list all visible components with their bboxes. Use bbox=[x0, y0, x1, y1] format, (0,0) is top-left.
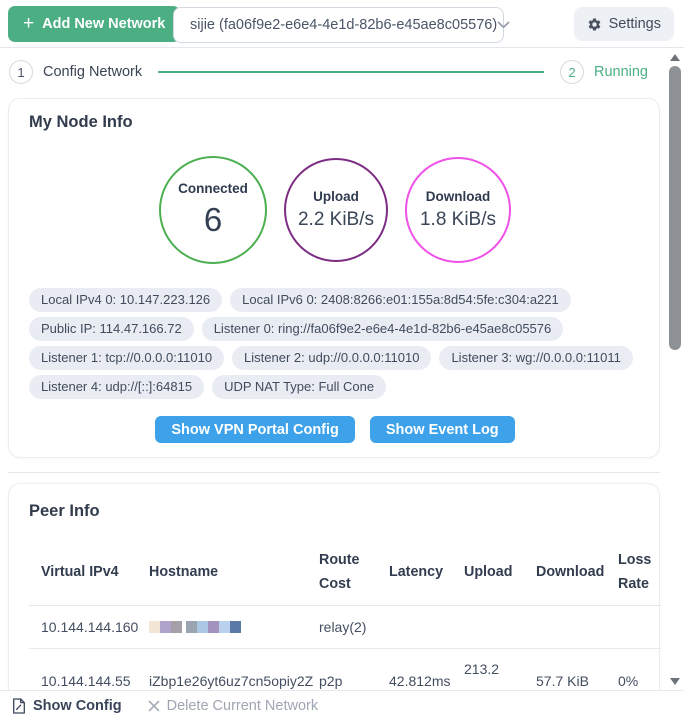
my-node-info-card: My Node Info Connected 6 Upload 2.2 KiB/s Do… bbox=[8, 98, 660, 458]
network-select-value: sijie (fa06f9e2-e6e4-4e1d-82b6-e45ae8c05… bbox=[190, 17, 497, 33]
network-select[interactable]: sijie (fa06f9e2-e6e4-4e1d-82b6-e45ae8c05… bbox=[173, 7, 504, 43]
step-label: Running bbox=[594, 64, 648, 80]
cell-text: 42.812ms bbox=[389, 673, 450, 689]
cell-text: 57.7 KiB bbox=[536, 673, 589, 689]
node-gauges: Connected 6 Upload 2.2 KiB/s Download 1.8 KiB… bbox=[9, 156, 661, 264]
stepper-connector-line bbox=[158, 71, 544, 73]
scrollbar-up-arrow[interactable] bbox=[670, 54, 680, 61]
node-info-chips: Local IPv4 0: 10.147.223.126 Local IPv6 0… bbox=[29, 288, 643, 404]
mosaic-block bbox=[208, 621, 219, 633]
column-header-hostname: Hostname bbox=[137, 540, 307, 605]
cell-text: p2p bbox=[319, 673, 342, 689]
scrollbar-thumb[interactable] bbox=[669, 66, 681, 350]
vertical-scrollbar bbox=[666, 48, 684, 690]
gear-icon bbox=[587, 17, 602, 32]
mosaic-group bbox=[186, 621, 241, 633]
column-header-loss-rate: Loss Rate bbox=[606, 540, 661, 605]
cell-loss-rate bbox=[606, 605, 661, 648]
config-stepper: 1 Config Network 2 Running bbox=[0, 48, 666, 96]
info-chip: Listener 2: udp://0.0.0.0:11010 bbox=[232, 346, 431, 370]
node-info-title: My Node Info bbox=[29, 113, 133, 132]
info-chip: Listener 3: wg://0.0.0.0:11011 bbox=[439, 346, 632, 370]
chip-row: Listener 4: udp://[::]:64815 UDP NAT Type… bbox=[29, 375, 643, 399]
delete-current-network-button[interactable]: Delete Current Network bbox=[148, 698, 319, 714]
mosaic-block bbox=[197, 621, 208, 633]
top-toolbar: + Add New Network sijie (fa06f9e2-e6e4-4… bbox=[0, 0, 684, 48]
bottom-action-bar: Show Config Delete Current Network bbox=[0, 690, 684, 721]
peer-table: Virtual IPv4HostnameRoute CostLatencyUpl… bbox=[29, 540, 661, 715]
cell-text: iZbp1e26yt6uz7cn5opiy2Z bbox=[149, 673, 313, 689]
cell-text: 10.144.144.160 bbox=[41, 619, 138, 635]
show-vpn-portal-config-button[interactable]: Show VPN Portal Config bbox=[155, 416, 355, 443]
chip-row: Listener 1: tcp://0.0.0.0:11010 Listener … bbox=[29, 346, 643, 370]
gauge-label: Upload bbox=[313, 189, 359, 204]
step-label: Config Network bbox=[43, 64, 142, 80]
column-header-upload: Upload bbox=[452, 540, 524, 605]
gauge-label: Connected bbox=[178, 181, 248, 196]
cell-text: 213.2 bbox=[464, 661, 499, 677]
cell-upload bbox=[452, 605, 524, 648]
gauge-download: Download 1.8 KiB/s bbox=[405, 157, 511, 263]
show-config-button[interactable]: Show Config bbox=[12, 698, 122, 714]
gauge-connected: Connected 6 bbox=[159, 156, 267, 264]
cell-text: relay(2) bbox=[319, 619, 366, 635]
step-number: 1 bbox=[9, 60, 33, 84]
cell-download bbox=[524, 605, 606, 648]
chip-row: Local IPv4 0: 10.147.223.126 Local IPv6 0… bbox=[29, 288, 643, 312]
gauge-value: 6 bbox=[204, 202, 222, 238]
mosaic-block bbox=[230, 621, 241, 633]
mosaic-block bbox=[160, 621, 171, 633]
add-new-network-button[interactable]: + Add New Network bbox=[8, 6, 180, 42]
show-event-log-button[interactable]: Show Event Log bbox=[370, 416, 515, 443]
info-chip: Listener 1: tcp://0.0.0.0:11010 bbox=[29, 346, 224, 370]
peer-info-card: Peer Info Virtual IPv4HostnameRoute Cost… bbox=[8, 483, 660, 721]
peer-info-title: Peer Info bbox=[29, 502, 100, 521]
peer-table-header-row: Virtual IPv4HostnameRoute CostLatencyUpl… bbox=[29, 540, 661, 605]
chevron-down-icon bbox=[497, 21, 510, 29]
cell-route-cost: relay(2) bbox=[307, 605, 377, 648]
gauge-value: 1.8 KiB/s bbox=[420, 210, 496, 231]
cards-divider bbox=[8, 472, 660, 473]
cell-latency bbox=[377, 605, 452, 648]
add-new-network-label: Add New Network bbox=[42, 16, 165, 32]
scrollbar-down-arrow[interactable] bbox=[670, 678, 680, 685]
cell-hostname bbox=[137, 605, 307, 648]
mosaic-block bbox=[186, 621, 197, 633]
column-header-virtual-ipv4: Virtual IPv4 bbox=[29, 540, 137, 605]
mosaic-block bbox=[149, 621, 160, 633]
info-chip: Public IP: 114.47.166.72 bbox=[29, 317, 194, 341]
mosaic-group bbox=[149, 621, 182, 633]
redacted-hostname-mosaic bbox=[149, 621, 303, 633]
mosaic-block bbox=[171, 621, 182, 633]
gauge-upload: Upload 2.2 KiB/s bbox=[284, 158, 388, 262]
column-header-download: Download bbox=[524, 540, 606, 605]
cell-text: 10.144.144.55 bbox=[41, 673, 131, 689]
info-chip: Listener 4: udp://[::]:64815 bbox=[29, 375, 204, 399]
settings-label: Settings bbox=[609, 16, 661, 32]
plus-icon: + bbox=[23, 14, 34, 33]
close-x-icon bbox=[148, 700, 160, 712]
peer-row: 10.144.144.160 relay(2) bbox=[29, 605, 661, 648]
chip-row: Public IP: 114.47.166.72 Listener 0: ring… bbox=[29, 317, 643, 341]
cell-text: 0% bbox=[618, 673, 638, 689]
column-header-latency: Latency bbox=[377, 540, 452, 605]
step-number: 2 bbox=[560, 60, 584, 84]
column-header-route-cost: Route Cost bbox=[307, 540, 377, 605]
step-running[interactable]: 2 Running bbox=[560, 60, 648, 84]
mosaic-block bbox=[219, 621, 230, 633]
info-chip: Local IPv4 0: 10.147.223.126 bbox=[29, 288, 222, 312]
gauge-value: 2.2 KiB/s bbox=[298, 210, 374, 231]
show-config-label: Show Config bbox=[33, 698, 122, 714]
cell-virtual-ipv4: 10.144.144.160 bbox=[29, 605, 137, 648]
info-chip: Listener 0: ring://fa06f9e2-e6e4-4e1d-82… bbox=[202, 317, 564, 341]
info-chip: Local IPv6 0: 2408:8266:e01:155a:8d54:5f… bbox=[230, 288, 571, 312]
info-chip: UDP NAT Type: Full Cone bbox=[212, 375, 386, 399]
document-edit-icon bbox=[12, 698, 26, 714]
settings-button[interactable]: Settings bbox=[574, 7, 674, 41]
node-buttons-row: Show VPN Portal Config Show Event Log bbox=[9, 416, 661, 443]
step-config-network[interactable]: 1 Config Network bbox=[9, 60, 142, 84]
delete-current-network-label: Delete Current Network bbox=[167, 698, 319, 714]
gauge-label: Download bbox=[426, 189, 491, 204]
